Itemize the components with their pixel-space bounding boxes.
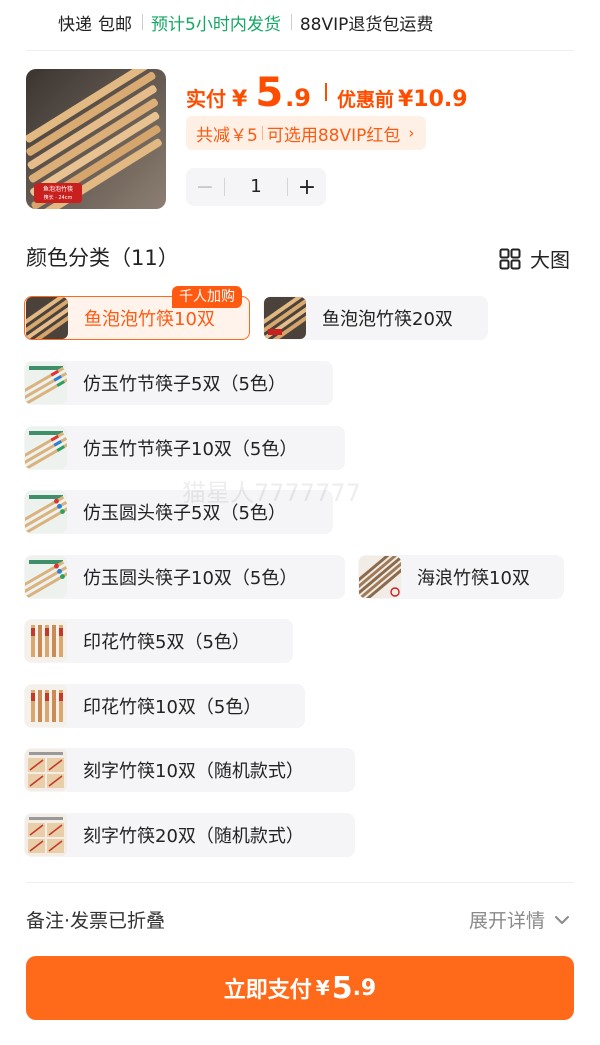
variant-label: 仿玉圆头筷子10双（5色） xyxy=(83,568,298,589)
thumb-caption: 筷长 · 24cm xyxy=(44,194,73,201)
divider xyxy=(26,882,574,883)
separator xyxy=(142,14,143,30)
bamboo-chopsticks-thumbnail-icon xyxy=(26,297,68,339)
pay-decimal: .9 xyxy=(352,975,377,1001)
expand-details-button[interactable]: 展开详情 xyxy=(469,906,570,933)
decrease-button[interactable]: − xyxy=(186,168,224,206)
expand-details-label: 展开详情 xyxy=(468,910,545,932)
divider xyxy=(26,50,574,51)
pay-now-button[interactable]: 立即支付 ¥ 5 .9 xyxy=(26,956,574,1020)
price-line: 实付 ¥ 5 .9 优惠前 ¥10.9 xyxy=(186,70,468,116)
variant-label: 鱼泡泡竹筷10双 xyxy=(84,309,215,330)
variant-chip[interactable]: 刻字竹筷20双（随机款式） xyxy=(24,813,355,857)
variant-label: 刻字竹筷20双（随机款式） xyxy=(83,826,304,847)
variant-chip[interactable]: 鱼泡泡竹筷20双 xyxy=(263,296,488,340)
variant-chip[interactable]: 仿玉竹节筷子5双（5色） xyxy=(24,361,333,405)
hot-badge: 千人加购 xyxy=(172,286,242,308)
variant-label: 仿玉竹节筷子10双（5色） xyxy=(83,439,298,460)
variant-label: 刻字竹筷10双（随机款式） xyxy=(83,761,304,782)
watermark: 猫星人7777777 xyxy=(182,479,361,507)
variant-label: 鱼泡泡竹筷20双 xyxy=(322,309,453,330)
grid-icon xyxy=(499,248,521,269)
variant-section-title: 颜色分类（11） xyxy=(26,246,179,270)
pay-currency: ¥ xyxy=(315,976,330,1000)
increase-button[interactable]: + xyxy=(288,168,326,206)
promo-coupon-tag[interactable]: 共减￥5 可选用88VIP红包 › xyxy=(186,116,427,150)
vip-return-note: 88VIP退货包运费 xyxy=(299,14,434,35)
variant-chip[interactable]: 印花竹筷5双（5色） xyxy=(24,619,293,663)
variant-chip[interactable]: 仿玉圆头筷子10双（5色） xyxy=(24,555,345,599)
variant-chip[interactable]: 印花竹筷10双（5色） xyxy=(24,684,305,728)
shipping-info: 快递 包邮 预计5小时内发货 88VIP退货包运费 xyxy=(58,8,433,36)
variant-chip[interactable]: 海浪竹筷10双 xyxy=(358,555,564,599)
variant-label: 印花竹筷5双（5色） xyxy=(83,632,250,653)
wave-chopsticks-thumbnail-icon xyxy=(359,556,401,598)
big-view-toggle[interactable]: 大图 xyxy=(499,244,570,273)
free-shipping-tag: 包邮 xyxy=(98,14,132,35)
pay-integer: 5 xyxy=(331,970,353,1006)
jade-chopsticks-thumbnail-icon xyxy=(25,427,67,469)
jade-chopsticks-thumbnail-icon xyxy=(25,556,67,598)
price-decimal: .9 xyxy=(285,84,311,112)
variant-chip[interactable]: 刻字竹筷10双（随机款式） xyxy=(24,748,355,792)
actual-price-label: 实付 xyxy=(186,87,226,111)
jade-chopsticks-thumbnail-icon xyxy=(25,362,67,404)
variant-label: 海浪竹筷10双 xyxy=(417,568,530,589)
big-view-label: 大图 xyxy=(530,248,570,272)
separator xyxy=(290,14,292,30)
engraved-chopsticks-thumbnail-icon xyxy=(25,749,67,791)
variant-label: 印花竹筷10双（5色） xyxy=(83,697,262,718)
chevron-down-icon xyxy=(555,915,569,924)
coupon-text: 可选用88VIP红包 xyxy=(266,125,401,146)
quantity-stepper: − 1 + xyxy=(186,168,326,206)
remarks-invoice-label: 备注·发票已折叠 xyxy=(26,910,166,932)
bamboo-chopsticks-thumbnail-icon xyxy=(264,297,306,339)
printed-chopsticks-thumbnail-icon xyxy=(25,685,67,727)
pay-label: 立即支付 xyxy=(223,978,312,1003)
printed-chopsticks-thumbnail-icon xyxy=(25,620,67,662)
product-thumbnail[interactable]: 鱼泡泡竹筷 筷长 · 24cm xyxy=(26,69,166,209)
delivery-method: 快递 xyxy=(58,14,92,35)
quantity-value[interactable]: 1 xyxy=(224,178,288,196)
variant-label: 仿玉竹节筷子5双（5色） xyxy=(83,374,286,395)
price-integer: 5 xyxy=(255,70,284,116)
engraved-chopsticks-thumbnail-icon xyxy=(25,814,67,856)
currency-symbol: ¥ xyxy=(232,87,248,112)
chevron-right-icon: › xyxy=(408,124,415,142)
original-price-value: ¥10.9 xyxy=(398,87,468,112)
original-price-label: 优惠前 xyxy=(336,89,394,111)
thumb-caption: 鱼泡泡竹筷 xyxy=(43,185,73,193)
discount-amount: 共减￥5 xyxy=(196,125,258,146)
delivery-estimate: 预计5小时内发货 xyxy=(151,14,281,35)
separator xyxy=(261,126,263,140)
jade-chopsticks-thumbnail-icon xyxy=(25,491,67,533)
variant-chip[interactable]: 仿玉竹节筷子10双（5色） xyxy=(24,426,345,470)
separator xyxy=(324,83,327,101)
